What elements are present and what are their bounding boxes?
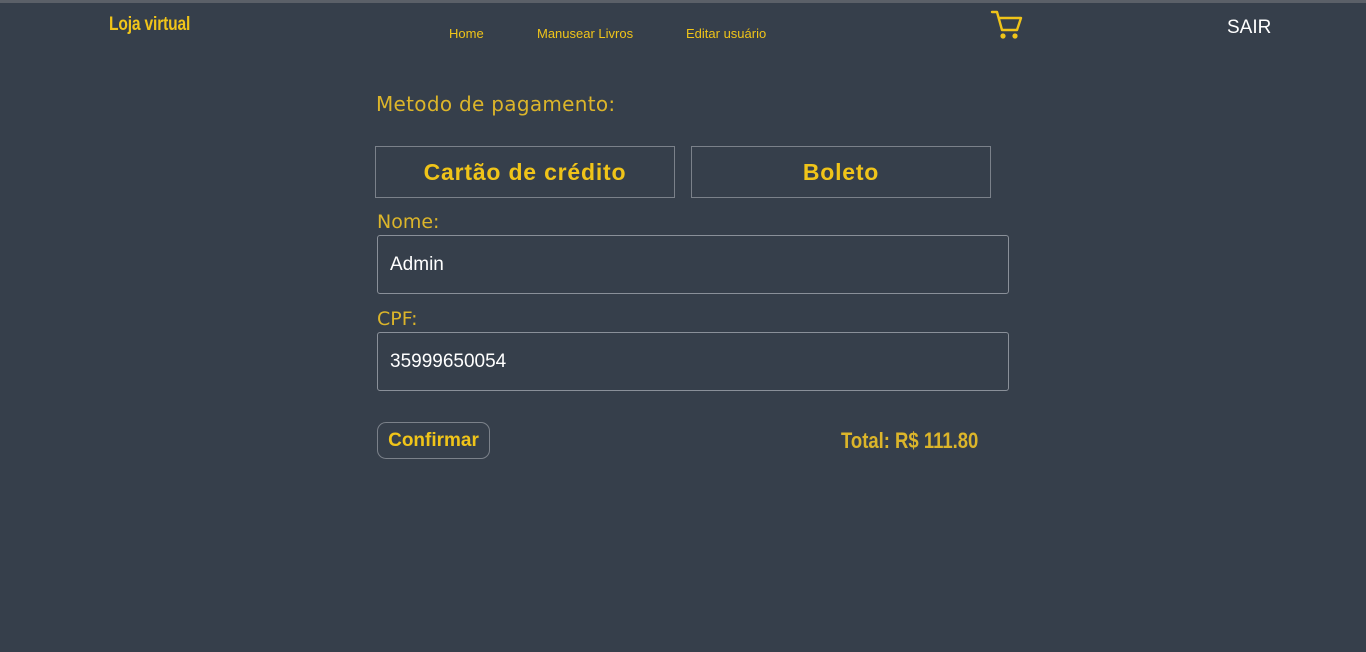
logout-link[interactable]: SAIR — [1227, 17, 1271, 39]
nav-link-edit-user[interactable]: Editar usuário — [686, 26, 766, 41]
confirm-button[interactable]: Confirmar — [377, 422, 490, 459]
credit-card-method-button[interactable]: Cartão de crédito — [375, 146, 675, 198]
top-border — [0, 0, 1366, 3]
order-total: Total: R$ 111.80 — [841, 428, 979, 453]
brand-logo[interactable]: Loja virtual — [109, 14, 190, 36]
cpf-input[interactable] — [377, 332, 1009, 391]
name-input[interactable] — [377, 235, 1009, 294]
payment-method-title: Metodo de pagamento: — [376, 92, 616, 116]
shopping-cart-icon[interactable] — [990, 9, 1024, 41]
name-label: Nome: — [377, 211, 440, 233]
boleto-method-button[interactable]: Boleto — [691, 146, 991, 198]
nav-link-manage-books[interactable]: Manusear Livros — [537, 26, 633, 41]
cpf-label: CPF: — [377, 308, 418, 330]
nav-link-home[interactable]: Home — [449, 26, 484, 41]
